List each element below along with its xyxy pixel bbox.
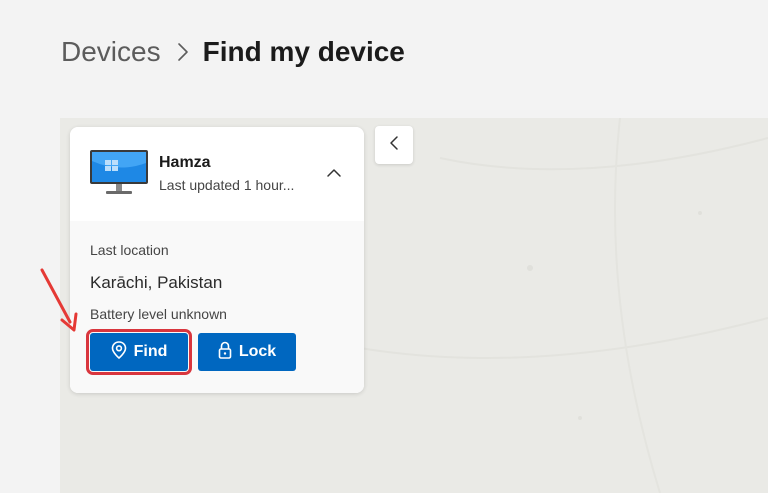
find-button[interactable]: Find [86, 329, 192, 375]
device-card: Hamza Last updated 1 hour... Last locati… [70, 127, 364, 393]
desktop-monitor-icon [89, 149, 149, 202]
location-pin-icon [111, 340, 134, 364]
collapse-panel-button[interactable] [375, 126, 413, 164]
location-value: Karāchi, Pakistan [90, 273, 223, 292]
lock-button[interactable]: Lock [198, 333, 296, 371]
chevron-left-icon [389, 135, 399, 156]
breadcrumb-devices-link[interactable]: Devices [61, 36, 161, 68]
last-location-label: Last location [90, 242, 169, 258]
battery-status: Battery level unknown [90, 306, 227, 322]
chevron-right-icon [177, 42, 189, 62]
breadcrumb: Devices Find my device [61, 32, 405, 72]
page-title: Find my device [202, 36, 405, 67]
device-name: Hamza [159, 154, 211, 171]
device-card-details: Last location Karāchi, Pakistan Battery … [70, 221, 364, 393]
device-last-updated: Last updated 1 hour... [159, 177, 295, 193]
find-button-label: Find [133, 343, 168, 360]
chevron-up-icon[interactable] [326, 165, 342, 183]
lock-button-label: Lock [238, 343, 277, 360]
device-card-header[interactable]: Hamza Last updated 1 hour... [70, 127, 364, 221]
lock-icon [218, 341, 239, 364]
